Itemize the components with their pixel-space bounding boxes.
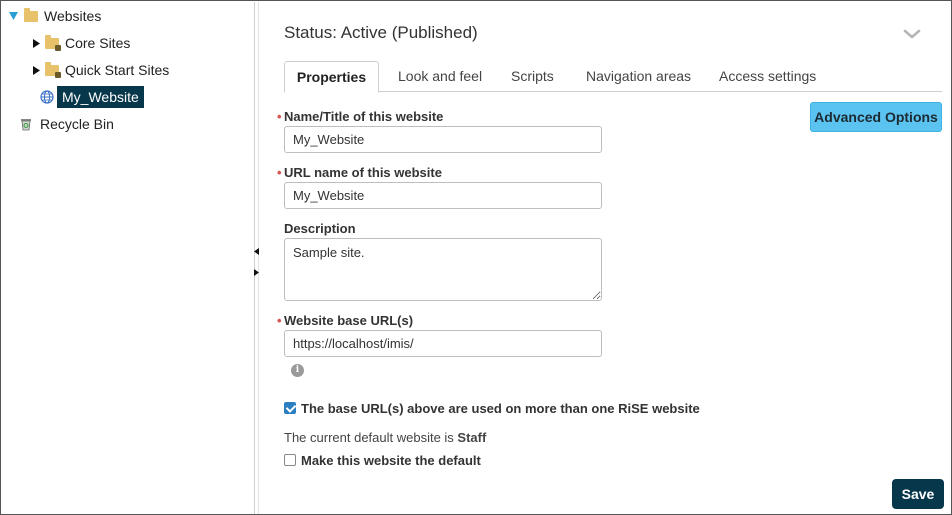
url-name-field-label: URL name of this website bbox=[284, 165, 442, 180]
default-website-note-prefix: The current default website is bbox=[284, 430, 458, 445]
tab-navigation-areas[interactable]: Navigation areas bbox=[572, 61, 705, 92]
tree-item-label: Core Sites bbox=[65, 35, 131, 51]
required-marker: • bbox=[277, 109, 282, 124]
tree-item-label: Recycle Bin bbox=[40, 116, 114, 132]
tree-item-label: Websites bbox=[44, 8, 102, 24]
description-field[interactable]: Sample site. bbox=[284, 238, 602, 301]
expand-right-arrow-icon[interactable] bbox=[254, 269, 259, 277]
tab-access-settings[interactable]: Access settings bbox=[705, 61, 830, 92]
collapse-arrow-icon[interactable] bbox=[31, 65, 41, 75]
collapse-left-arrow-icon[interactable] bbox=[254, 248, 259, 256]
advanced-options-button[interactable]: Advanced Options bbox=[810, 102, 942, 132]
tree-item-my-website[interactable]: My_Website bbox=[40, 85, 144, 109]
tree-item-recycle-bin[interactable]: Recycle Bin bbox=[20, 112, 114, 136]
name-field[interactable] bbox=[284, 126, 602, 153]
default-website-name: Staff bbox=[457, 430, 487, 445]
url-name-field[interactable] bbox=[284, 182, 602, 209]
locked-folder-icon bbox=[45, 34, 61, 51]
panel-splitter-edge bbox=[258, 2, 259, 514]
tree-item-websites[interactable]: Websites bbox=[8, 4, 101, 28]
tree-item-label: Quick Start Sites bbox=[65, 62, 170, 78]
globe-icon bbox=[40, 90, 54, 104]
info-icon[interactable]: i bbox=[291, 364, 304, 377]
multi-site-checkbox[interactable] bbox=[284, 402, 296, 414]
required-marker: • bbox=[277, 313, 282, 328]
save-button[interactable]: Save bbox=[892, 479, 944, 509]
base-url-field-label: Website base URL(s) bbox=[284, 313, 414, 328]
description-field-label: Description bbox=[284, 221, 356, 236]
default-website-note: The current default website is Staff bbox=[284, 430, 486, 445]
expand-arrow-icon[interactable] bbox=[8, 11, 18, 21]
make-default-checkbox[interactable] bbox=[284, 454, 296, 466]
tab-bar: Properties Look and feel Scripts Navigat… bbox=[284, 61, 942, 93]
app-frame: Websites Core Sites Quick Start Sites My… bbox=[0, 0, 952, 515]
tree-item-core-sites[interactable]: Core Sites bbox=[31, 31, 130, 55]
locked-folder-icon bbox=[45, 61, 61, 78]
chevron-down-icon[interactable] bbox=[903, 27, 923, 41]
tab-properties[interactable]: Properties bbox=[284, 61, 379, 93]
multi-site-checkbox-label: The base URL(s) above are used on more t… bbox=[301, 401, 700, 416]
tree-item-label: My_Website bbox=[57, 86, 144, 108]
collapse-arrow-icon[interactable] bbox=[31, 38, 41, 48]
panel-splitter[interactable] bbox=[254, 2, 255, 514]
tab-scripts[interactable]: Scripts bbox=[497, 61, 568, 92]
folder-icon bbox=[24, 7, 38, 22]
name-field-label: Name/Title of this website bbox=[284, 109, 444, 124]
tree-item-quick-start-sites[interactable]: Quick Start Sites bbox=[31, 58, 169, 82]
required-marker: • bbox=[277, 165, 282, 180]
make-default-checkbox-label: Make this website the default bbox=[301, 453, 481, 468]
site-tree: Websites Core Sites Quick Start Sites My… bbox=[2, 2, 253, 514]
tab-look-and-feel[interactable]: Look and feel bbox=[384, 61, 496, 92]
recycle-bin-icon bbox=[20, 117, 32, 131]
base-url-field[interactable] bbox=[284, 330, 602, 357]
status-heading: Status: Active (Published) bbox=[284, 23, 478, 42]
